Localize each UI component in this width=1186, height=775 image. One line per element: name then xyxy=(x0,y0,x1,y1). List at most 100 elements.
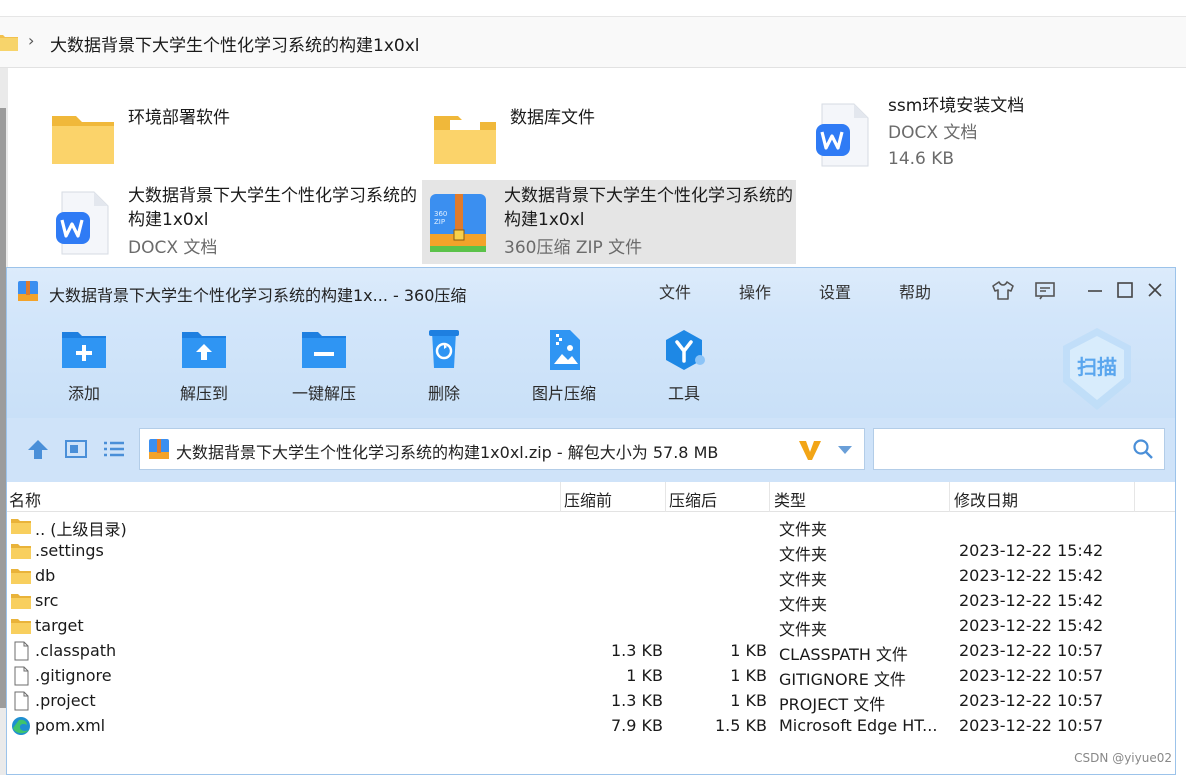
chevron-down-icon[interactable] xyxy=(836,441,854,459)
cell-name: .settings xyxy=(35,541,104,560)
explorer-item-folder[interactable]: 环境部署软件 xyxy=(46,96,406,180)
navigation-bar: 大数据背景下大学生个性化学习系统的构建1x0xl.zip - 解包大小为 57.… xyxy=(7,418,1175,482)
delete-button[interactable]: 删除 xyxy=(389,324,499,414)
menu-settings[interactable]: 设置 xyxy=(819,279,851,303)
zip-file-icon xyxy=(149,439,169,459)
cell-compressed-size: 1 KB xyxy=(730,691,767,710)
archive-window: 大数据背景下大学生个性化学习系统的构建1x... - 360压缩 文件 操作 设… xyxy=(6,267,1176,775)
one-click-extract-button[interactable]: 一键解压 xyxy=(269,324,379,414)
breadcrumb[interactable]: 大数据背景下大学生个性化学习系统的构建1x0xl xyxy=(50,31,419,56)
explorer-item-name: 环境部署软件 xyxy=(128,108,230,128)
explorer-item-docx[interactable]: ssm环境安装文档 DOCX 文档 14.6 KB xyxy=(806,92,1176,176)
scan-label: 扫描 xyxy=(1077,355,1117,379)
minimize-icon[interactable] xyxy=(1083,278,1107,302)
table-row[interactable]: .classpath 1.3 KB 1 KB CLASSPATH 文件 2023-12-… xyxy=(7,639,1175,664)
column-divider xyxy=(1134,482,1135,512)
folder-icon xyxy=(0,35,18,51)
skin-shirt-icon[interactable] xyxy=(991,278,1015,302)
close-icon[interactable] xyxy=(1143,278,1167,302)
archive-path-text: 大数据背景下大学生个性化学习系统的构建1x0xl.zip - 解包大小为 57.… xyxy=(176,443,719,462)
address-bar[interactable]: › 大数据背景下大学生个性化学习系统的构建1x0xl xyxy=(0,16,1186,68)
cell-type: 文件夹 xyxy=(779,545,828,564)
explorer-item-type: DOCX 文档 xyxy=(128,238,218,258)
recycle-bin-icon xyxy=(429,330,459,368)
cell-type: PROJECT 文件 xyxy=(779,695,886,714)
cell-type: GITIGNORE 文件 xyxy=(779,670,906,689)
explorer-item-name: 数据库文件 xyxy=(510,108,595,128)
tools-hexagon-icon xyxy=(666,330,705,370)
archive-path-field[interactable]: 大数据背景下大学生个性化学习系统的构建1x0xl.zip - 解包大小为 57.… xyxy=(139,428,865,470)
cell-type: 文件夹 xyxy=(779,620,828,639)
column-name[interactable]: 名称 xyxy=(9,487,41,511)
folder-document-icon xyxy=(434,116,496,164)
thumbnail-view-icon[interactable] xyxy=(63,438,89,460)
cell-name: target xyxy=(35,616,84,635)
explorer-item-folder[interactable]: 数据库文件 xyxy=(428,96,788,180)
cell-type: 文件夹 xyxy=(779,595,828,614)
zip-app-icon xyxy=(18,281,38,301)
search-icon[interactable] xyxy=(1132,438,1154,460)
list-view-icon[interactable] xyxy=(101,438,127,460)
column-divider xyxy=(560,482,561,512)
column-type[interactable]: 类型 xyxy=(774,487,806,511)
menu-operation[interactable]: 操作 xyxy=(739,279,771,303)
feedback-icon[interactable] xyxy=(1033,278,1057,302)
table-row[interactable]: .gitignore 1 KB 1 KB GITIGNORE 文件 2023-12-22… xyxy=(7,664,1175,689)
maximize-icon[interactable] xyxy=(1113,278,1137,302)
up-arrow-icon[interactable] xyxy=(25,438,51,460)
table-row[interactable]: db 文件夹 2023-12-22 15:42 xyxy=(7,564,1175,589)
title-bar[interactable]: 大数据背景下大学生个性化学习系统的构建1x... - 360压缩 文件 操作 设… xyxy=(7,268,1175,314)
tools-button[interactable]: 工具 xyxy=(629,324,739,414)
folder-icon xyxy=(11,569,31,584)
column-header: 名称 压缩前 压缩后 类型 修改日期 xyxy=(7,482,1175,512)
table-row[interactable]: pom.xml 7.9 KB 1.5 KB Microsoft Edge HT... 2… xyxy=(7,714,1175,739)
search-box[interactable] xyxy=(873,428,1165,470)
extract-folder-icon xyxy=(182,332,226,368)
table-row[interactable]: .project 1.3 KB 1 KB PROJECT 文件 2023-12-22 1… xyxy=(7,689,1175,714)
cell-compressed-size: 1 KB xyxy=(730,641,767,660)
cell-name: .. (上级目录) xyxy=(35,520,127,539)
cell-name: .gitignore xyxy=(35,666,112,685)
cell-compressed-size: 1.5 KB xyxy=(715,716,767,735)
image-compress-button[interactable]: 图片压缩 xyxy=(509,324,619,414)
extract-to-button[interactable]: 解压到 xyxy=(149,324,259,414)
cell-type: CLASSPATH 文件 xyxy=(779,645,908,664)
cell-type: 文件夹 xyxy=(779,570,828,589)
column-compressed-size[interactable]: 压缩后 xyxy=(669,487,717,511)
add-button[interactable]: 添加 xyxy=(29,324,139,414)
search-input[interactable] xyxy=(880,437,1120,461)
cell-type: Microsoft Edge HT... xyxy=(779,716,938,735)
cell-modified: 2023-12-22 10:57 xyxy=(959,716,1104,735)
folder-icon xyxy=(11,519,31,534)
cell-modified: 2023-12-22 15:42 xyxy=(959,566,1104,585)
cell-modified: 2023-12-22 15:42 xyxy=(959,541,1104,560)
explorer-item-zip[interactable]: 360 ZIP 大数据背景下大学生个性化学习系统的构建1x0xl 360压缩 ZI… xyxy=(422,180,796,264)
scan-button[interactable]: 扫描 xyxy=(1057,324,1137,414)
file-list: .. (上级目录) 文件夹 .settings 文件夹 2023-12-22 15:42… xyxy=(7,514,1175,739)
column-modified[interactable]: 修改日期 xyxy=(954,487,1018,511)
wps-document-icon xyxy=(56,191,109,255)
zip-archive-icon: 360ZIP xyxy=(430,194,486,252)
cell-compressed-size: 1 KB xyxy=(730,666,767,685)
column-divider xyxy=(769,482,770,512)
svg-text:360: 360 xyxy=(434,210,447,218)
cell-packed-size: 1.3 KB xyxy=(611,691,663,710)
table-row[interactable]: src 文件夹 2023-12-22 15:42 xyxy=(7,589,1175,614)
table-row[interactable]: target 文件夹 2023-12-22 15:42 xyxy=(7,614,1175,639)
explorer-item-docx[interactable]: 大数据背景下大学生个性化学习系统的构建1x0xl DOCX 文档 xyxy=(46,180,417,264)
column-packed-size[interactable]: 压缩前 xyxy=(564,487,612,511)
cell-modified: 2023-12-22 10:57 xyxy=(959,691,1104,710)
menu-file[interactable]: 文件 xyxy=(659,279,691,303)
explorer-item-name: 大数据背景下大学生个性化学习系统的构建1x0xl xyxy=(504,186,793,230)
cell-name: src xyxy=(35,591,59,610)
watermark: CSDN @yiyue02 xyxy=(1074,751,1172,765)
column-divider xyxy=(949,482,950,512)
cell-name: .project xyxy=(35,691,96,710)
table-row[interactable]: .settings 文件夹 2023-12-22 15:42 xyxy=(7,539,1175,564)
v-logo-icon[interactable] xyxy=(796,436,824,464)
table-row[interactable]: .. (上级目录) 文件夹 xyxy=(7,514,1175,539)
window-title: 大数据背景下大学生个性化学习系统的构建1x... - 360压缩 xyxy=(49,286,467,305)
menu-help[interactable]: 帮助 xyxy=(899,279,931,303)
cell-modified: 2023-12-22 15:42 xyxy=(959,616,1104,635)
cell-packed-size: 7.9 KB xyxy=(611,716,663,735)
